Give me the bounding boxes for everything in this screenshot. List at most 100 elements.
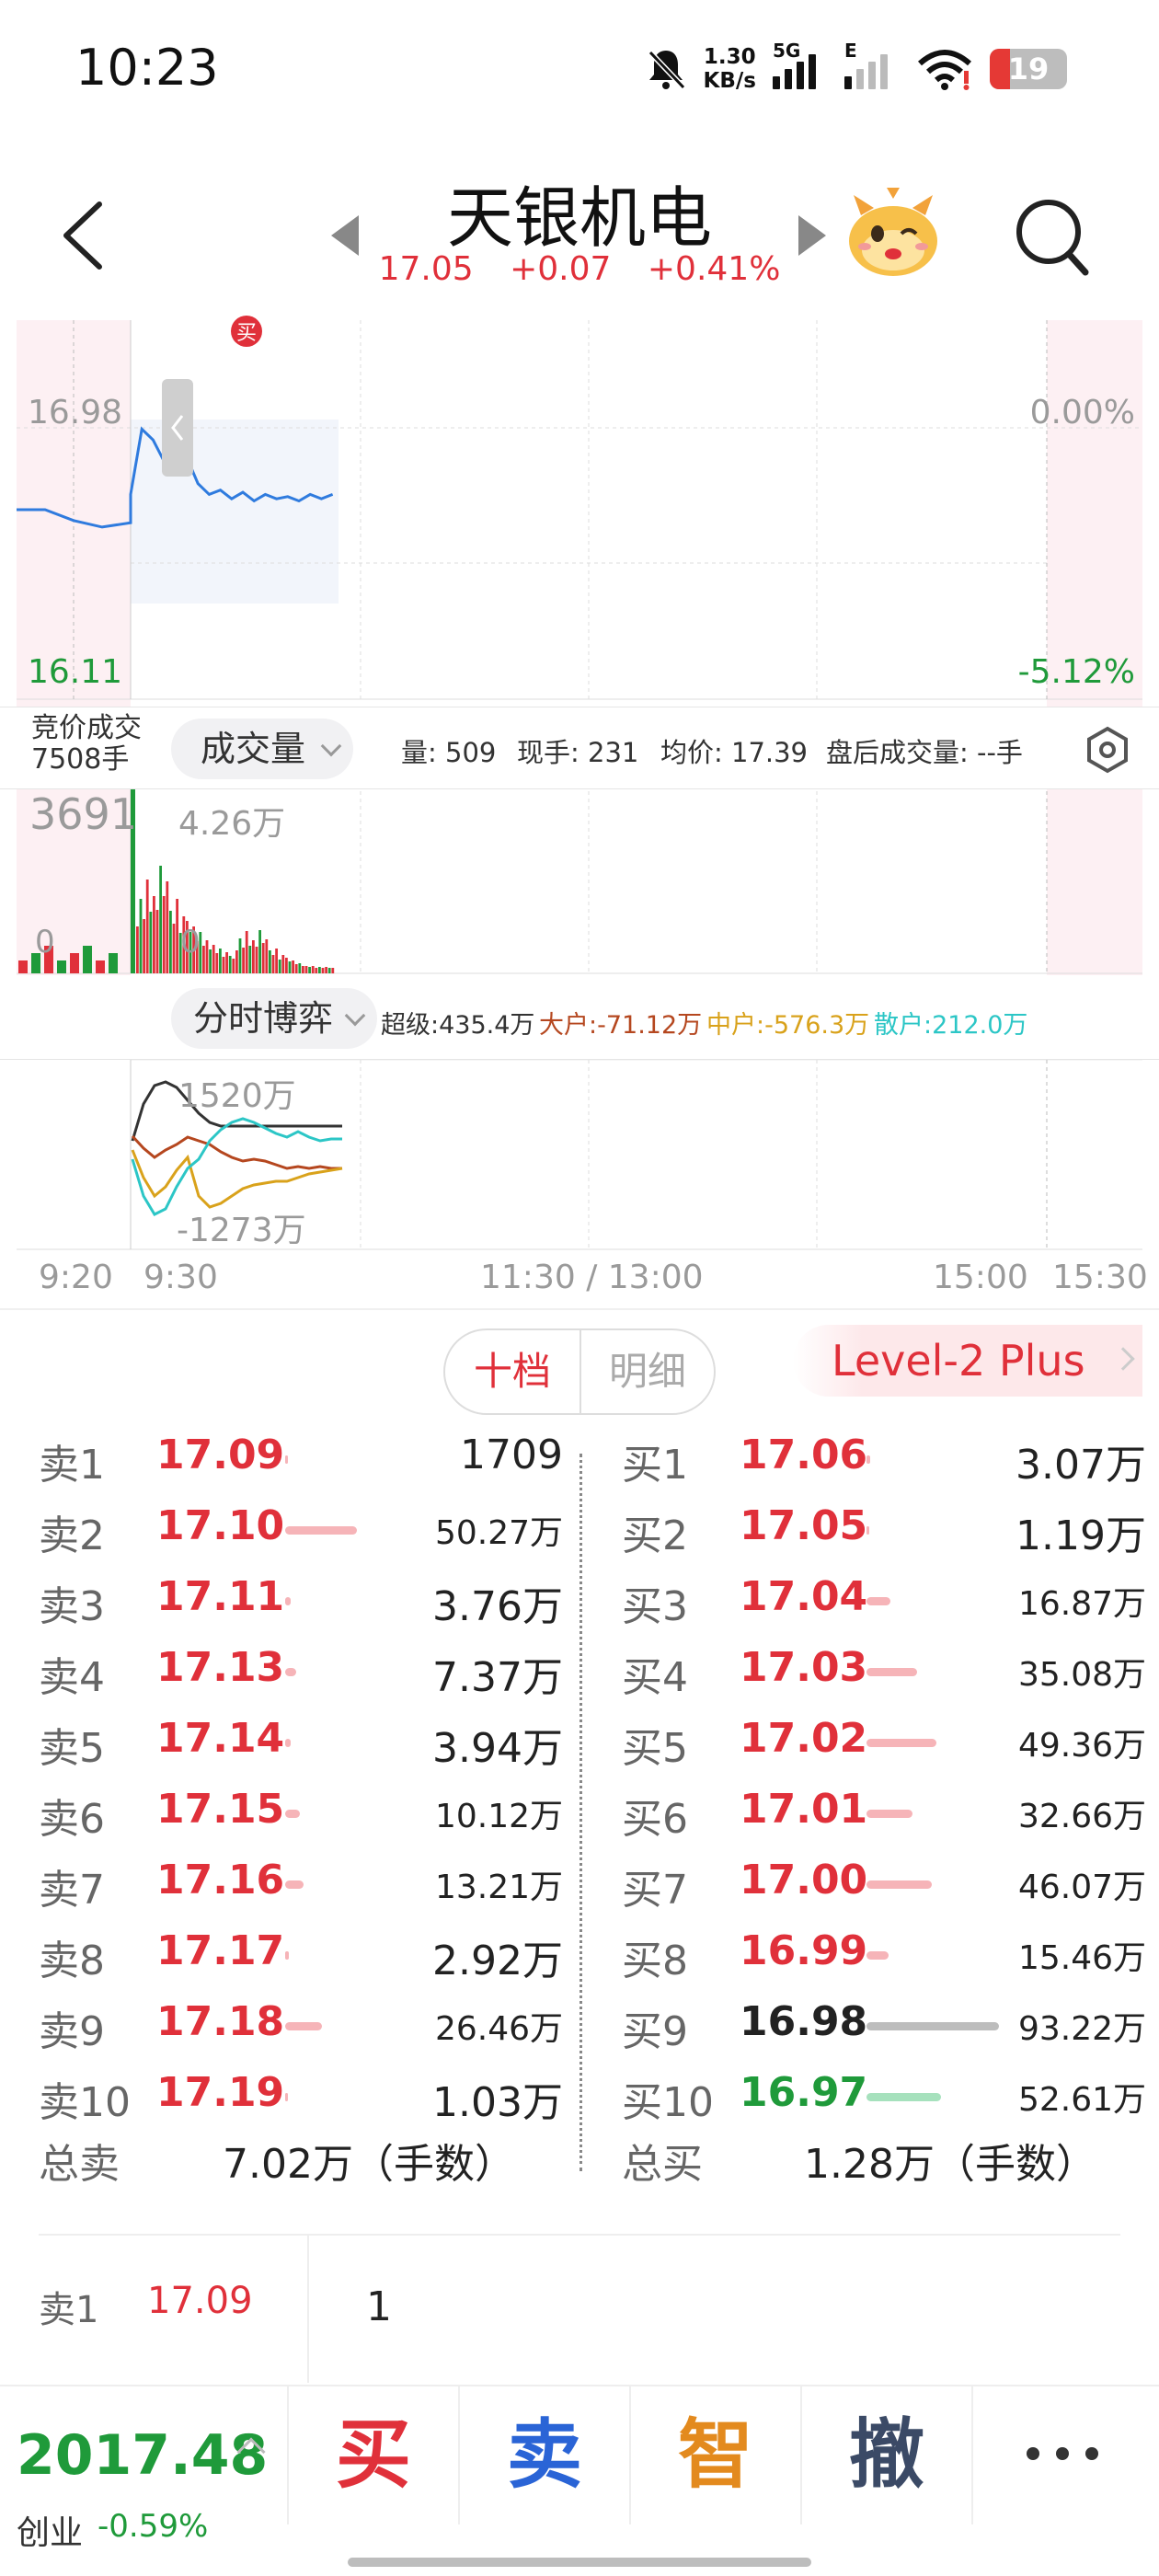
- volume-bar: [149, 912, 153, 973]
- volume-bar: [278, 960, 281, 973]
- volume-bar: [83, 946, 92, 973]
- ask-volume-bar: [285, 1526, 357, 1535]
- ask-level-label: 卖4: [39, 1654, 105, 1701]
- level2-label: Level-2 Plus: [832, 1336, 1085, 1386]
- ask-row[interactable]: 卖6 17.15 10.12万: [39, 1777, 591, 1847]
- index-change: -0.59%: [98, 2508, 209, 2545]
- status-icons: 1.30 KB/s 5G E 19: [645, 37, 1067, 101]
- volume-bar: [70, 953, 79, 973]
- bid-row[interactable]: 买7 17.00 46.07万: [622, 1847, 1159, 1918]
- total-buy-label: 总买: [622, 2141, 703, 2188]
- signal-icon: 5G: [773, 40, 828, 89]
- ask-book: 卖1 17.09 1709 卖2 17.10 50.27万 卖3 17.11 3.76万 卖4 17…: [39, 1422, 591, 2131]
- volume-bar: [238, 938, 242, 973]
- bid-price: 17.00: [740, 1857, 868, 1903]
- bid-row[interactable]: 买10 16.97 52.61万: [622, 2060, 1159, 2131]
- book-divider: [580, 1454, 582, 2171]
- ask-row[interactable]: 卖10 17.19 1.03万: [39, 2060, 591, 2131]
- ask-row[interactable]: 卖7 17.16 13.21万: [39, 1847, 591, 1918]
- ask-volume-bar: [285, 1810, 300, 1818]
- tab-detail[interactable]: 明细: [580, 1330, 714, 1413]
- bid-row[interactable]: 买2 17.05 1.19万: [622, 1493, 1159, 1564]
- ask-price: 17.13: [156, 1644, 285, 1691]
- bid-volume: 35.08万: [1017, 1656, 1146, 1694]
- ask-row[interactable]: 卖8 17.17 2.92万: [39, 1918, 591, 1989]
- cancel-order-button[interactable]: 撤: [800, 2386, 971, 2524]
- volume-bar: [215, 953, 219, 973]
- bid-price: 17.03: [740, 1644, 868, 1691]
- smart-button[interactable]: 智: [629, 2386, 800, 2524]
- volume-bar: [258, 930, 261, 973]
- ask-row[interactable]: 卖2 17.10 50.27万: [39, 1493, 591, 1564]
- bid-price: 17.04: [740, 1573, 868, 1620]
- ask-level-label: 卖9: [39, 2008, 105, 2055]
- ask-row[interactable]: 卖1 17.09 1709: [39, 1422, 591, 1493]
- smart-button-label: 智: [677, 2411, 753, 2499]
- battery-level: 19: [1007, 52, 1050, 86]
- bid-price: 16.97: [740, 2069, 868, 2116]
- home-indicator[interactable]: [348, 2558, 811, 2567]
- volume-selector[interactable]: 成交量: [171, 719, 354, 779]
- bid-row[interactable]: 买8 16.99 15.46万: [622, 1918, 1159, 1989]
- clock: 10:23: [75, 39, 219, 97]
- mascot-icon[interactable]: [843, 188, 944, 280]
- ask-row[interactable]: 卖4 17.13 7.37万: [39, 1635, 591, 1706]
- ask-row[interactable]: 卖5 17.14 3.94万: [39, 1706, 591, 1777]
- ask-price: 17.19: [156, 2069, 285, 2116]
- volume-bar: [109, 953, 118, 973]
- ask-volume: 7.37万: [432, 1654, 563, 1701]
- volume-bar: [159, 866, 162, 973]
- bid-row[interactable]: 买3 17.04 16.87万: [622, 1564, 1159, 1635]
- sell-button[interactable]: 卖: [458, 2386, 629, 2524]
- ask-level-label: 卖2: [39, 1512, 105, 1559]
- total-sell-label: 总卖: [39, 2141, 120, 2188]
- bid-row[interactable]: 买6 17.01 32.66万: [622, 1777, 1159, 1847]
- volume-bar: [302, 966, 304, 973]
- volume-bar: [242, 948, 245, 973]
- ask-level-label: 卖5: [39, 1725, 105, 1772]
- stock-price: 17.05: [378, 250, 474, 288]
- volume-bar: [162, 896, 166, 973]
- ask-volume-bar: [285, 1951, 290, 1960]
- game-selector[interactable]: 分时博弈: [171, 988, 378, 1049]
- ask-level-label: 卖1: [39, 1442, 105, 1489]
- ask-level-label: 卖6: [39, 1796, 105, 1843]
- ask-volume-bar: [285, 1880, 304, 1889]
- search-icon[interactable]: [1014, 197, 1091, 280]
- settings-icon[interactable]: [1084, 726, 1131, 774]
- index-value[interactable]: 2017.48: [17, 2423, 268, 2488]
- ask-volume: 2.92万: [432, 1938, 563, 1984]
- ask-row[interactable]: 卖9 17.18 26.46万: [39, 1989, 591, 2060]
- volume-bar: [255, 947, 258, 973]
- ask-price: 17.09: [156, 1432, 285, 1478]
- ask-price: 17.10: [156, 1502, 285, 1549]
- collapse-handle[interactable]: [162, 379, 193, 477]
- price-chart[interactable]: 买: [0, 313, 1159, 1306]
- volume-bar: [153, 896, 155, 973]
- ask-volume-bar: [285, 1597, 291, 1605]
- bid-row[interactable]: 买1 17.06 3.07万: [622, 1422, 1159, 1493]
- bid-row[interactable]: 买5 17.02 49.36万: [622, 1706, 1159, 1777]
- intraday-chart[interactable]: 买 16.98 0.00% 16.11 -5.12% 竞价成交 7508手 成交…: [0, 313, 1159, 1310]
- bid-volume: 49.36万: [1017, 1727, 1146, 1765]
- ask-level-label: 卖3: [39, 1583, 105, 1630]
- bid-row[interactable]: 买4 17.03 35.08万: [622, 1635, 1159, 1706]
- ask-volume-bar: [285, 1739, 291, 1747]
- buy-button[interactable]: 买: [287, 2386, 458, 2524]
- stat-now-hands: 现手: 231: [517, 737, 639, 768]
- chevron-down-icon: [320, 735, 342, 757]
- tab-ten-level[interactable]: 十档: [445, 1330, 580, 1413]
- bid-row[interactable]: 买9 16.98 93.22万: [622, 1989, 1159, 2060]
- vol-zero-left: 0: [35, 924, 55, 960]
- ask-volume: 26.46万: [434, 2010, 563, 2048]
- flow-super: 超级:435.4万: [381, 1011, 535, 1040]
- net-speed-value: 1.30: [703, 45, 756, 69]
- signal-icon: E: [844, 40, 900, 89]
- bid-volume-bar: [866, 1739, 937, 1747]
- ask-row[interactable]: 卖3 17.11 3.76万: [39, 1564, 591, 1635]
- last-trade-row[interactable]: 卖1 17.09 1: [0, 2236, 1159, 2383]
- bid-volume-bar: [866, 1455, 871, 1464]
- more-icon[interactable]: [1027, 2447, 1098, 2460]
- volume-bar: [96, 960, 105, 973]
- level2-plus-button[interactable]: Level-2 Plus: [793, 1325, 1142, 1397]
